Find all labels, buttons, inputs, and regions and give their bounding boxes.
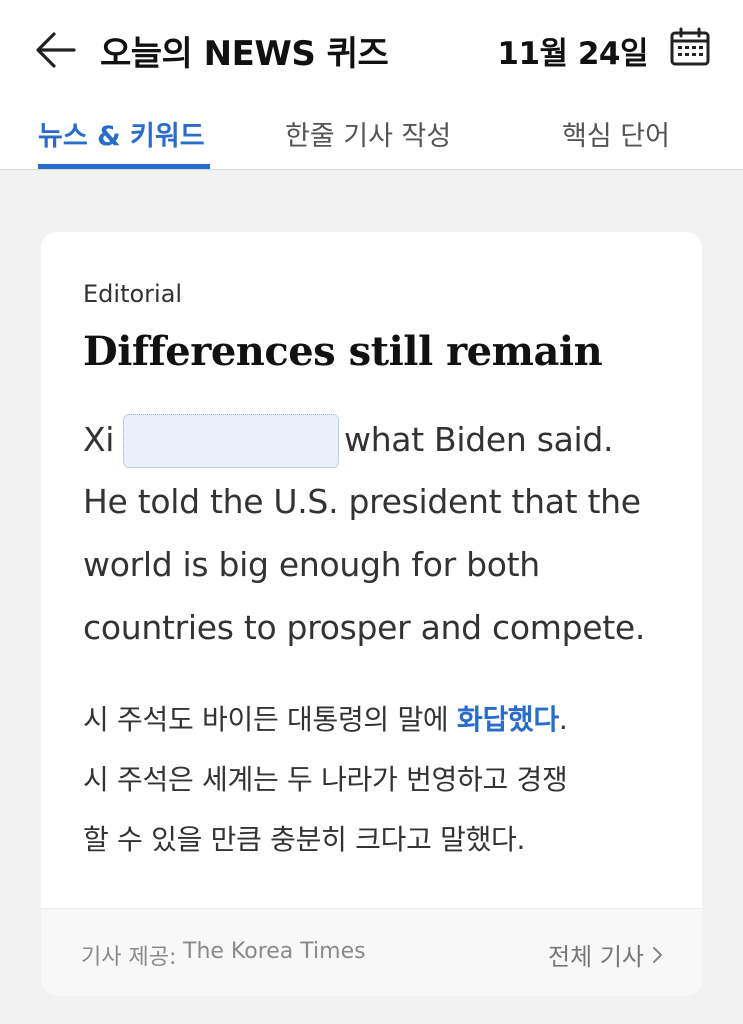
korean-line-2: 시 주석은 세계는 두 나라가 번영하고 경쟁 bbox=[83, 763, 568, 796]
korean-line-3: 할 수 있을 만큼 충분히 크다고 말했다. bbox=[83, 823, 526, 856]
english-line-3: world is big enough for both bbox=[83, 545, 540, 584]
calendar-button[interactable] bbox=[669, 26, 711, 68]
calendar-icon bbox=[670, 27, 710, 66]
tab-news-keywords[interactable]: 뉴스 & 키워드 bbox=[38, 114, 205, 153]
tab-bar: 뉴스 & 키워드 한줄 기사 작성 핵심 단어 bbox=[0, 100, 743, 170]
full-article-label: 전체 기사 bbox=[548, 943, 644, 971]
tab-key-words[interactable]: 핵심 단어 bbox=[562, 114, 670, 153]
english-line-1-prefix: Xi bbox=[83, 420, 115, 459]
english-line-2: He told the U.S. president that the bbox=[83, 482, 641, 521]
arrow-left-icon bbox=[36, 32, 76, 68]
english-line-1-suffix: what Biden said. bbox=[344, 420, 614, 459]
source-name: The Korea Times bbox=[183, 939, 366, 964]
source-label: 기사 제공: bbox=[81, 945, 177, 970]
english-line-4: countries to prosper and compete. bbox=[83, 608, 646, 647]
full-article-link[interactable]: 전체 기사 bbox=[548, 937, 664, 972]
quiz-blank-input[interactable] bbox=[123, 414, 339, 468]
card-footer: 기사 제공: The Korea Times 전체 기사 bbox=[41, 908, 702, 996]
page-title: 오늘의 NEWS 퀴즈 bbox=[100, 34, 389, 74]
back-button[interactable] bbox=[30, 24, 82, 76]
tab-one-line-article[interactable]: 한줄 기사 작성 bbox=[285, 114, 451, 153]
news-quiz-card: Editorial Differences still remain Xi wh… bbox=[41, 232, 702, 996]
quiz-date: 11월 24일 bbox=[497, 36, 648, 72]
article-category: Editorial bbox=[83, 280, 183, 308]
korean-line-1-before: 시 주석도 바이든 대통령의 말에 bbox=[83, 703, 457, 736]
korean-line-1-after: . bbox=[558, 703, 568, 736]
article-headline: Differences still remain bbox=[83, 328, 603, 375]
korean-line-1: 시 주석도 바이든 대통령의 말에 화답했다. bbox=[83, 698, 568, 738]
korean-answer-highlight: 화답했다 bbox=[456, 703, 559, 736]
top-bar: 오늘의 NEWS 퀴즈 11월 24일 bbox=[0, 0, 743, 100]
chevron-right-icon bbox=[653, 946, 662, 963]
active-tab-indicator bbox=[38, 164, 210, 169]
